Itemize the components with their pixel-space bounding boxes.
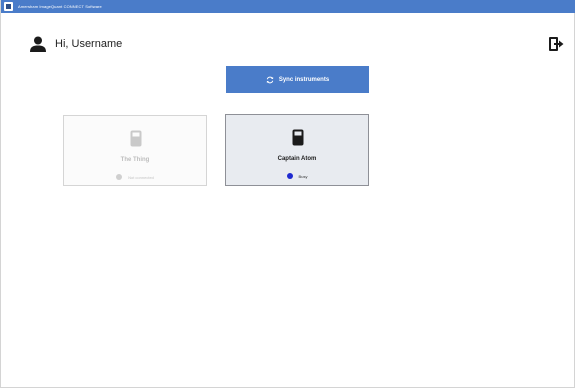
instrument-status: Busy — [226, 173, 368, 179]
sync-icon — [266, 76, 273, 83]
greeting-text: Hi, Username — [55, 38, 123, 50]
sync-instruments-button[interactable]: Sync instruments — [226, 66, 369, 93]
user-icon — [30, 36, 46, 52]
logout-icon[interactable] — [548, 36, 564, 52]
window-title: Amersham ImageQuant CONNECT Software — [18, 4, 102, 9]
status-dot — [286, 173, 293, 179]
status-text: Not connected — [128, 174, 154, 180]
user-header: Hi, Username — [30, 36, 122, 52]
status-dot — [116, 174, 123, 180]
app-window: Amersham ImageQuant CONNECT Software Hi,… — [0, 0, 575, 388]
instrument-icon — [130, 130, 142, 147]
instrument-card-the-thing[interactable]: The Thing Not connected — [63, 115, 207, 186]
app-icon — [4, 2, 13, 11]
status-text: Busy — [298, 173, 308, 179]
instrument-card-captain-atom[interactable]: Captain Atom Busy — [225, 114, 369, 186]
instrument-name: Captain Atom — [277, 156, 317, 162]
instrument-name: The Thing — [120, 157, 150, 163]
title-bar: Amersham ImageQuant CONNECT Software — [1, 0, 575, 13]
instrument-status: Not connected — [64, 174, 206, 180]
sync-button-label: Sync instruments — [278, 76, 330, 83]
instrument-icon — [292, 129, 304, 146]
